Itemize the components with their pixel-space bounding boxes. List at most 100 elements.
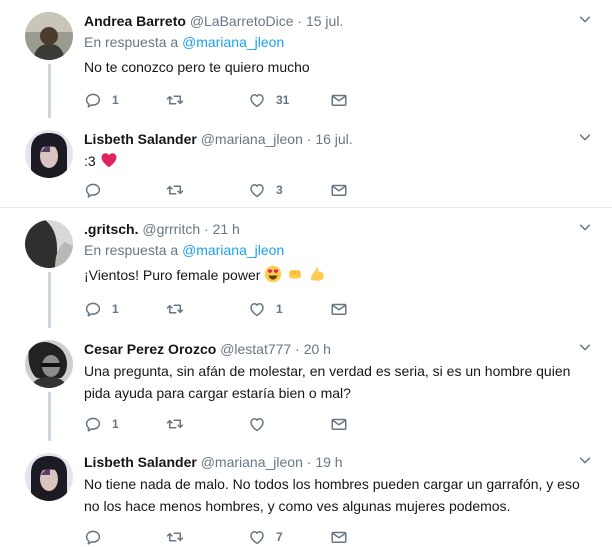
mention-link[interactable]: @mariana_jleon	[182, 34, 284, 50]
reply-icon	[84, 181, 102, 199]
tweet-actions: 1 1	[84, 299, 412, 319]
display-name[interactable]: Cesar Perez Orozco	[84, 341, 216, 357]
timestamp[interactable]: 20 h	[304, 341, 331, 357]
message-button[interactable]	[330, 91, 412, 109]
tweet-text: ¡Vientos! Puro female power	[84, 267, 261, 283]
avatar[interactable]	[25, 130, 73, 178]
timestamp[interactable]: 19 h	[315, 454, 342, 470]
thread-connector	[48, 272, 51, 328]
mention-link[interactable]: @mariana_jleon	[182, 242, 284, 258]
reply-prefix: En respuesta a	[84, 34, 179, 50]
display-name[interactable]: Andrea Barreto	[84, 13, 186, 29]
reply-count: 1	[112, 302, 119, 316]
tweet[interactable]: .gritsch. @grrritch · 21 h En respuesta …	[0, 208, 612, 328]
message-button[interactable]	[330, 181, 412, 199]
separator-dot: ·	[306, 454, 312, 470]
heart-icon	[248, 415, 266, 433]
tweet-text-row: ¡Vientos! Puro female power	[84, 264, 582, 286]
tweet-text-line: Una pregunta, sin afán de molestar, en v…	[84, 363, 571, 379]
reply-icon	[84, 528, 102, 546]
retweet-icon	[166, 415, 184, 433]
tweet[interactable]: Cesar Perez Orozco @lestat777 · 20 h Una…	[0, 328, 612, 441]
message-button[interactable]	[330, 528, 412, 546]
tweet[interactable]: Andrea Barreto @LaBarretoDice · 15 jul. …	[0, 0, 612, 118]
like-button[interactable]: 1	[248, 300, 330, 318]
separator-dot: ·	[204, 221, 209, 237]
retweet-button[interactable]	[166, 181, 248, 199]
retweet-icon	[166, 181, 184, 199]
reply-button[interactable]: 1	[84, 415, 166, 433]
user-handle[interactable]: @mariana_jleon	[201, 131, 303, 147]
tweet-actions: 1	[84, 414, 412, 434]
retweet-button[interactable]	[166, 300, 248, 318]
heart-emoji-icon	[101, 153, 117, 168]
envelope-icon	[330, 415, 348, 433]
thread-1: Andrea Barreto @LaBarretoDice · 15 jul. …	[0, 0, 612, 207]
chevron-down-icon[interactable]	[578, 12, 592, 26]
envelope-icon	[330, 91, 348, 109]
heart-icon	[248, 91, 266, 109]
reply-count: 1	[112, 417, 119, 431]
like-button[interactable]: 7	[248, 528, 330, 546]
like-button[interactable]: 3	[248, 181, 330, 199]
tweet[interactable]: Lisbeth Salander @mariana_jleon · 16 jul…	[0, 118, 612, 207]
separator-dot: ·	[306, 131, 312, 147]
retweet-button[interactable]	[166, 91, 248, 109]
tweet-text-line: no los hace menos hombres, y como ves al…	[84, 498, 511, 514]
chevron-down-icon[interactable]	[578, 340, 592, 354]
user-handle[interactable]: @LaBarretoDice	[190, 13, 294, 29]
like-count: 31	[276, 93, 290, 107]
chevron-down-icon[interactable]	[578, 130, 592, 144]
timestamp[interactable]: 16 jul.	[315, 131, 352, 147]
display-name[interactable]: Lisbeth Salander	[84, 454, 197, 470]
user-handle[interactable]: @grrritch	[142, 221, 200, 237]
avatar[interactable]	[25, 453, 73, 501]
thread-2: .gritsch. @grrritch · 21 h En respuesta …	[0, 208, 612, 544]
heart-icon	[248, 300, 266, 318]
tweet-text-line: No tiene nada de malo. No todos los homb…	[84, 476, 580, 492]
retweet-icon	[166, 300, 184, 318]
separator-dot: ·	[295, 341, 300, 357]
tweet-actions: 3	[84, 180, 412, 200]
retweet-button[interactable]	[166, 528, 248, 546]
reply-icon	[84, 300, 102, 318]
avatar[interactable]	[25, 340, 73, 388]
tweet-text: No te conozco pero te quiero mucho	[84, 59, 310, 75]
reply-icon	[84, 415, 102, 433]
like-button[interactable]	[248, 415, 330, 433]
user-handle[interactable]: @mariana_jleon	[201, 454, 303, 470]
display-name[interactable]: Lisbeth Salander	[84, 131, 197, 147]
thread-connector	[48, 392, 51, 441]
reply-button[interactable]	[84, 181, 166, 199]
tweet-actions: 1 31	[84, 90, 412, 110]
reply-button[interactable]: 1	[84, 300, 166, 318]
timestamp[interactable]: 15 jul.	[306, 13, 343, 29]
reply-context: En respuesta a @mariana_jleon	[84, 241, 582, 260]
heart-icon	[248, 181, 266, 199]
chevron-down-icon[interactable]	[578, 220, 592, 234]
reply-count: 1	[112, 93, 119, 107]
avatar[interactable]	[25, 220, 73, 268]
tweet[interactable]: Lisbeth Salander @mariana_jleon · 19 h N…	[0, 441, 612, 544]
timestamp[interactable]: 21 h	[213, 221, 240, 237]
message-button[interactable]	[330, 300, 412, 318]
tweet-text-row: :3	[84, 150, 582, 172]
retweet-icon	[166, 528, 184, 546]
flexed-biceps-icon	[311, 267, 324, 281]
reply-button[interactable]: 1	[84, 91, 166, 109]
chevron-down-icon[interactable]	[578, 453, 592, 467]
like-count: 7	[276, 530, 283, 544]
like-count: 1	[276, 302, 283, 316]
display-name[interactable]: .gritsch.	[84, 221, 138, 237]
retweet-button[interactable]	[166, 415, 248, 433]
avatar[interactable]	[25, 12, 73, 60]
separator-dot: ·	[297, 13, 303, 29]
tweet-text-line: pida ayuda para cargar estaría bien o ma…	[84, 385, 351, 401]
message-button[interactable]	[330, 415, 412, 433]
tweet-text: :3	[84, 153, 96, 169]
like-button[interactable]: 31	[248, 91, 330, 109]
reply-icon	[84, 91, 102, 109]
retweet-icon	[166, 91, 184, 109]
reply-button[interactable]	[84, 528, 166, 546]
user-handle[interactable]: @lestat777	[220, 341, 291, 357]
